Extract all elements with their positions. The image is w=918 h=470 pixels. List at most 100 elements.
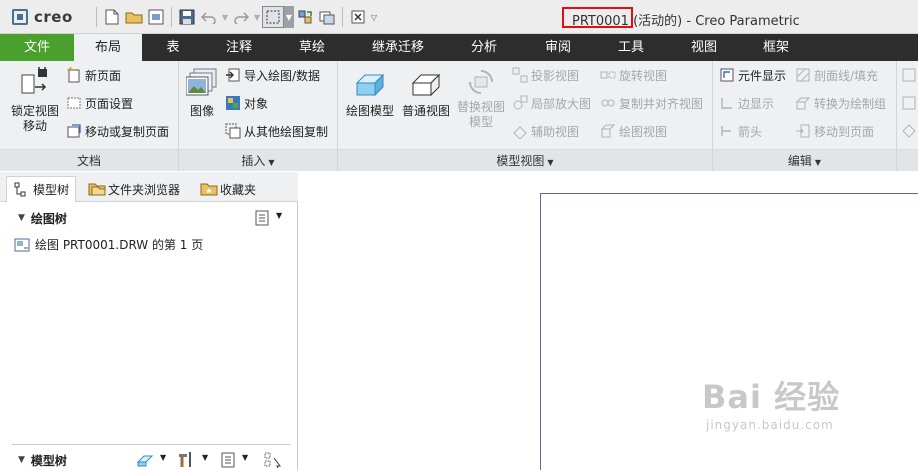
close-window-icon[interactable]	[347, 6, 369, 28]
drawing-tree-header[interactable]: ▼ 绘图树 ▼	[0, 206, 298, 230]
tab-legacy-migration[interactable]: 继承迁移	[350, 34, 446, 61]
save-icon[interactable]	[176, 6, 198, 28]
group-model-views-label[interactable]: 模型视图 ▼	[338, 149, 712, 171]
baidu-watermark: Bai 经验 jingyan.baidu.com	[702, 372, 840, 432]
tab-analysis[interactable]: 分析	[446, 34, 522, 61]
replace-view-label-2: 模型	[468, 115, 493, 129]
regenerate-icon[interactable]	[294, 6, 316, 28]
open-window-icon[interactable]	[145, 6, 167, 28]
copy-align-view-button[interactable]: 复制并对齐视图	[600, 94, 703, 112]
undo-dropdown-icon[interactable]: ▼	[220, 6, 230, 28]
drawing-model-button[interactable]: 绘图模型	[342, 71, 398, 119]
new-page-button[interactable]: 新页面	[66, 66, 121, 84]
copy-from-drawing-icon	[225, 123, 241, 139]
model-display-dropdown-icon[interactable]: ▼	[160, 453, 166, 462]
tab-sketch[interactable]: 草绘	[274, 34, 350, 61]
watermark-sub: jingyan.baidu.com	[706, 418, 834, 432]
tools-icon[interactable]	[176, 450, 196, 470]
move-to-page-button[interactable]: 移动到页面	[795, 122, 874, 140]
tab-review[interactable]: 审阅	[522, 34, 594, 61]
undo-icon[interactable]	[198, 6, 220, 28]
tab-table[interactable]: 表	[142, 34, 204, 61]
tab-favorites[interactable]: 收藏夹	[194, 176, 262, 202]
group-document: 锁定视图 移动 新页面 页面设置 移动或复制页面 文档	[0, 61, 179, 171]
open-folder-icon[interactable]	[123, 6, 145, 28]
replace-view-model-button[interactable]: 替换视图 模型	[454, 67, 508, 130]
tree-settings-dropdown-icon[interactable]: ▼	[276, 211, 282, 220]
overflow-item-3[interactable]	[901, 122, 918, 140]
overflow-1-icon	[901, 67, 917, 83]
collapse-triangle-icon[interactable]: ▼	[18, 213, 25, 223]
convert-draft-group-button[interactable]: 转换为绘制组	[795, 94, 886, 112]
move-copy-page-button[interactable]: 移动或复制页面	[66, 122, 169, 140]
model-display-icon[interactable]	[136, 452, 154, 470]
page-setup-icon	[66, 95, 82, 111]
group-edit-label[interactable]: 编辑 ▼	[713, 149, 896, 171]
section-fill-button[interactable]: 剖面线/填充	[795, 66, 878, 84]
navigator-tabs: 模型树 文件夹浏览器 收藏夹	[0, 172, 298, 202]
tab-file[interactable]: 文件	[0, 34, 74, 61]
redo-icon[interactable]	[230, 6, 252, 28]
projection-view-button[interactable]: 投影视图	[512, 66, 579, 84]
move-copy-page-icon	[66, 123, 82, 139]
tab-annotate[interactable]: 注释	[204, 34, 274, 61]
tab-folder-browser[interactable]: 文件夹浏览器	[82, 176, 186, 202]
detailed-view-icon	[512, 95, 528, 111]
ribbon-tab-bar: 文件 布局 表 注释 草绘 继承迁移 分析 审阅 工具 视图 框架	[0, 34, 918, 61]
drawing-sheet-icon	[14, 237, 30, 253]
tree-options-dropdown-icon[interactable]: ▼	[242, 453, 248, 462]
overflow-item-1[interactable]	[901, 66, 918, 84]
highlight-box	[562, 7, 633, 28]
window-title-suffix: (活动的) - Creo Parametric	[633, 14, 800, 29]
drawing-sheet-node[interactable]: 绘图 PRT0001.DRW 的第 1 页	[14, 236, 203, 253]
tab-layout[interactable]: 布局	[74, 34, 142, 61]
model-tree-icon	[13, 182, 29, 198]
replace-view-label-1: 替换视图	[456, 100, 505, 114]
tree-filter-icon[interactable]	[264, 452, 284, 470]
favorites-icon	[200, 181, 218, 197]
detailed-view-button[interactable]: 局部放大图	[512, 94, 591, 112]
group-insert: 图像 导入绘图/数据 对象 从其他绘图复制 插入 ▼	[179, 61, 338, 171]
image-button[interactable]: 图像	[185, 67, 219, 119]
component-display-button[interactable]: 元件显示	[719, 66, 786, 84]
insert-dropdown-icon: ▼	[268, 158, 275, 167]
overflow-item-2[interactable]	[901, 94, 918, 112]
select-dropdown-icon[interactable]: ▼	[284, 6, 294, 28]
model-tree-header[interactable]: ▼ 模型树 ▼ ▼ ▼	[0, 448, 298, 470]
tools-dropdown-icon[interactable]: ▼	[202, 453, 208, 462]
object-button[interactable]: 对象	[225, 94, 268, 112]
tree-settings-icon[interactable]	[254, 210, 270, 229]
redo-dropdown-icon[interactable]: ▼	[252, 6, 262, 28]
object-icon	[225, 95, 241, 111]
edge-display-button[interactable]: 边显示	[719, 94, 774, 112]
arrow-button[interactable]: 箭头	[719, 122, 762, 140]
group-document-label: 文档	[0, 149, 178, 171]
revolved-view-button[interactable]: 旋转视图	[600, 66, 667, 84]
box-select-icon[interactable]	[262, 6, 284, 28]
copy-from-drawing-button[interactable]: 从其他绘图复制	[225, 122, 328, 140]
tab-view[interactable]: 视图	[668, 34, 740, 61]
auxiliary-view-button[interactable]: 辅助视图	[512, 122, 579, 140]
collapse-triangle-icon-2[interactable]: ▼	[18, 455, 25, 465]
customize-toolbar-icon[interactable]: ▽	[369, 6, 379, 28]
general-view-icon	[410, 71, 442, 101]
watermark-main: Bai 经验	[702, 378, 841, 416]
new-file-icon[interactable]	[101, 6, 123, 28]
lock-view-button[interactable]: 锁定视图 移动	[8, 64, 62, 134]
import-drawing-button[interactable]: 导入绘图/数据	[225, 66, 320, 84]
tab-frame[interactable]: 框架	[740, 34, 812, 61]
tab-tools[interactable]: 工具	[594, 34, 668, 61]
overflow-2-icon	[901, 95, 917, 111]
general-view-button[interactable]: 普通视图	[400, 71, 452, 119]
group-insert-label[interactable]: 插入 ▼	[179, 149, 337, 171]
tree-options-icon[interactable]	[220, 452, 236, 470]
windows-icon[interactable]	[316, 6, 338, 28]
image-label: 图像	[189, 104, 214, 118]
drawing-view-button[interactable]: 绘图视图	[600, 122, 667, 140]
group-overflow-label	[897, 149, 918, 171]
drawing-model-icon	[354, 71, 386, 101]
lock-view-label-1: 锁定视图	[10, 104, 59, 118]
page-setup-button[interactable]: 页面设置	[66, 94, 133, 112]
tab-model-tree[interactable]: 模型树	[6, 176, 77, 202]
lock-view-icon	[19, 64, 51, 101]
